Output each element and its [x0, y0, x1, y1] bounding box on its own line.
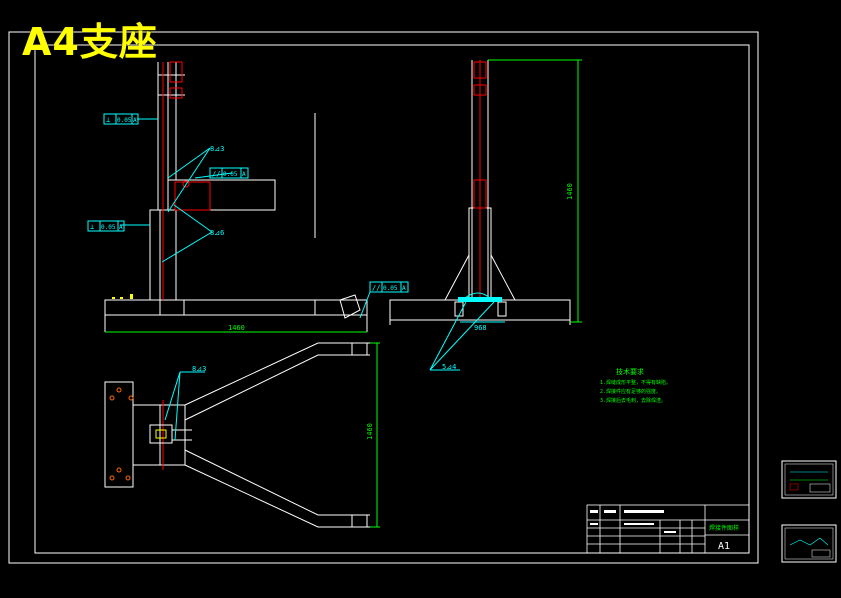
drawing-canvas: ⊥ 0.05 A ⊥ 0.05 A // 0.05 A 8⊿3 8⊿6 1460: [0, 0, 841, 594]
tol-par-symbol: //: [212, 170, 220, 178]
sheet-title: A4支座: [22, 20, 158, 64]
tol-top-datum: A: [133, 117, 137, 124]
tol-par-datum: A: [242, 171, 246, 178]
tol-par-value: 0.05: [223, 171, 238, 178]
tol-top-value: 0.05: [117, 117, 132, 124]
tol-side-datum: A: [402, 285, 406, 292]
height-dimension: 1460: [566, 183, 574, 200]
arm-length-dimension: 1460: [366, 423, 374, 440]
top-view: [104, 342, 370, 528]
tech-req-heading: 技术要求: [616, 367, 644, 376]
tol-top-symbol: ⊥: [106, 116, 110, 124]
cad-drawing: ⊥ 0.05 A ⊥ 0.05 A // 0.05 A 8⊿3 8⊿6 1460: [8, 31, 837, 564]
weld-label-4: 5⊿4: [442, 363, 456, 371]
weld-label-1: 8⊿3: [210, 145, 224, 153]
sheet-border-inner: [34, 44, 750, 554]
width-dimension: 968: [474, 324, 487, 332]
tech-req-item-1: 1.焊缝成形平整，不得有缺陷。: [600, 379, 671, 386]
front-view: [104, 62, 368, 332]
front-view-redlines: [162, 61, 211, 300]
title-block-drawing-name: 焊接件图样: [709, 524, 739, 532]
weld-label-2: 8⊿6: [210, 229, 224, 237]
base-length-dimension: 1460: [228, 324, 245, 332]
tol-side-value: 0.05: [383, 285, 398, 292]
title-block-sheet-size: A1: [718, 541, 730, 552]
tech-req-item-3: 3.焊接后去毛刺，去除焊渣。: [600, 397, 666, 404]
thumbnail-sheet-1[interactable]: [781, 460, 837, 499]
weld-label-3: 8⊿3: [192, 365, 206, 373]
tol-mid-value: 0.05: [101, 224, 116, 231]
tol-side-symbol: //: [372, 284, 380, 292]
thumbnail-sheet-2[interactable]: [781, 524, 837, 563]
tech-req-item-2: 2.焊接件应有足够的强度。: [600, 388, 661, 395]
tol-mid-symbol: ⊥: [90, 223, 94, 231]
tol-mid-datum: A: [119, 224, 123, 231]
